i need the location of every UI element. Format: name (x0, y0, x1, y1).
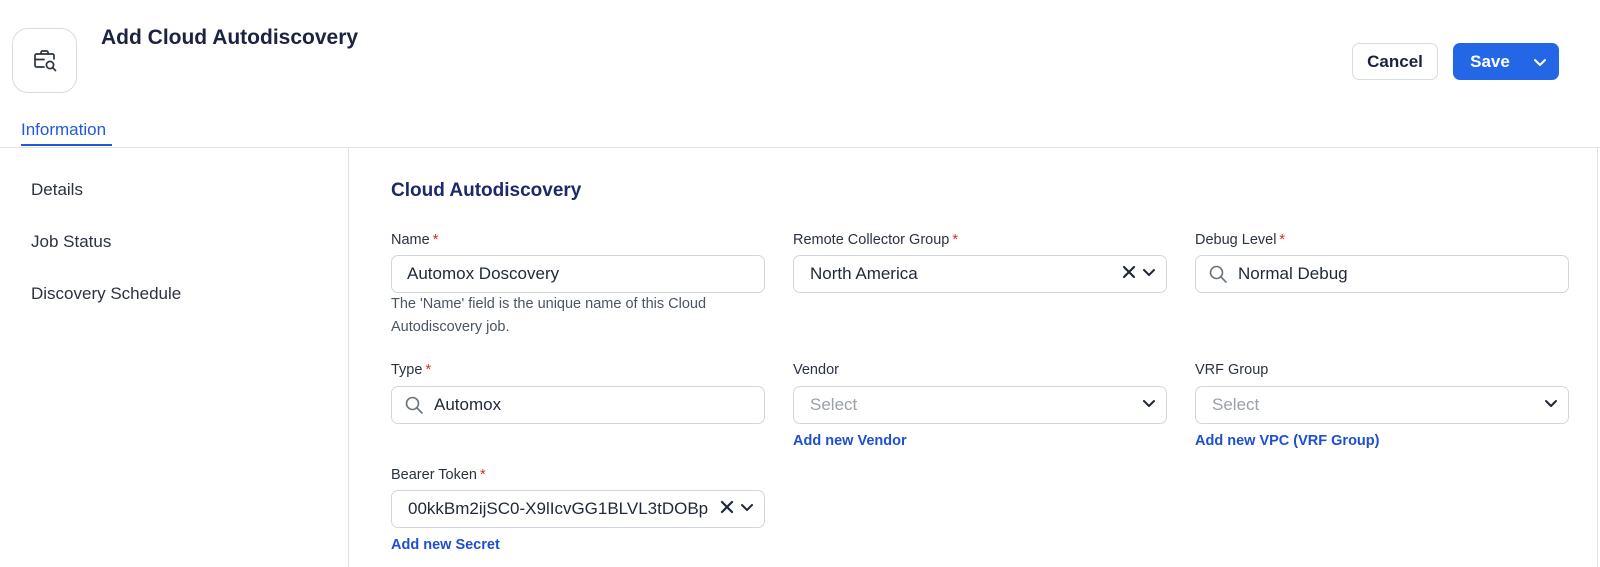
page-header: Add Cloud Autodiscovery Cancel Save Info… (0, 0, 1600, 148)
bearer-token-label-text: Bearer Token (391, 467, 477, 483)
debug-level-label: Debug Level * (1195, 232, 1285, 248)
select-controls (720, 491, 754, 527)
save-options-chevron-down-icon[interactable] (1521, 43, 1559, 80)
debug-level-value: Normal Debug (1238, 264, 1348, 283)
name-field-value: Automox Doscovery (407, 264, 560, 283)
remote-collector-group-value: North America (810, 264, 918, 283)
tab-information[interactable]: Information (21, 120, 106, 140)
name-help-text: The 'Name' field is the unique name of t… (391, 296, 707, 335)
chevron-down-icon[interactable] (740, 500, 754, 519)
required-mark: * (479, 467, 486, 483)
add-new-vpc-link[interactable]: Add new VPC (VRF Group) (1195, 433, 1379, 449)
add-new-vendor-link[interactable]: Add new Vendor (793, 433, 907, 449)
required-mark: * (432, 232, 439, 248)
required-mark: * (952, 232, 958, 248)
vendor-label: Vendor (793, 362, 839, 378)
remote-collector-group-select[interactable]: North America (793, 255, 1167, 293)
vrf-group-select[interactable]: Select (1195, 386, 1569, 424)
select-controls (1544, 387, 1558, 423)
name-field[interactable]: Automox Doscovery (391, 255, 765, 293)
page-title: Add Cloud Autodiscovery (101, 26, 359, 49)
remote-collector-group-label-text: Remote Collector Group (793, 232, 950, 248)
search-icon (1208, 264, 1228, 284)
vendor-select[interactable]: Select (793, 386, 1167, 424)
type-search-field[interactable]: Automox (391, 386, 765, 424)
clear-icon[interactable] (1122, 265, 1136, 284)
debug-level-search-field[interactable]: Normal Debug (1195, 255, 1569, 293)
debug-level-label-text: Debug Level (1195, 232, 1277, 248)
sidebar-item-details[interactable]: Details (31, 180, 83, 200)
chevron-down-icon[interactable] (1544, 396, 1558, 415)
chevron-down-icon[interactable] (1142, 396, 1156, 415)
sidebar-item-job-status[interactable]: Job Status (31, 232, 111, 252)
header-divider (0, 147, 1600, 148)
vendor-placeholder: Select (810, 395, 858, 414)
content-right-border (1597, 148, 1598, 567)
active-tab-indicator (21, 144, 112, 146)
required-mark: * (1279, 232, 1286, 248)
bearer-token-value: 00kkBm2ijSC0-X9lIcvGG1BLVL3tDOBp (408, 499, 708, 518)
search-icon (404, 395, 424, 415)
type-label-text: Type (391, 362, 423, 378)
bearer-token-select[interactable]: 00kkBm2ijSC0-X9lIcvGG1BLVL3tDOBp (391, 490, 765, 528)
vrf-group-placeholder: Select (1212, 395, 1260, 414)
add-new-secret-link[interactable]: Add new Secret (391, 537, 500, 553)
type-value: Automox (434, 395, 502, 414)
type-label: Type * (391, 362, 431, 378)
vrf-group-label: VRF Group (1195, 362, 1269, 378)
name-label-text: Name (391, 232, 430, 248)
select-controls (1142, 387, 1156, 423)
remote-collector-group-label: Remote Collector Group * (793, 232, 958, 248)
name-label: Name * (391, 232, 438, 248)
sidebar-divider (348, 148, 349, 567)
briefcase-search-icon (12, 28, 77, 93)
save-button-group: Save (1453, 43, 1559, 80)
section-title: Cloud Autodiscovery (391, 180, 582, 201)
required-mark: * (425, 362, 432, 378)
select-controls (1122, 256, 1156, 292)
chevron-down-icon[interactable] (1142, 265, 1156, 284)
sidebar-item-discovery-schedule[interactable]: Discovery Schedule (31, 284, 181, 304)
cancel-button[interactable]: Cancel (1352, 43, 1438, 80)
clear-icon[interactable] (720, 500, 734, 519)
save-button[interactable]: Save (1453, 43, 1521, 80)
bearer-token-label: Bearer Token * (391, 467, 486, 483)
